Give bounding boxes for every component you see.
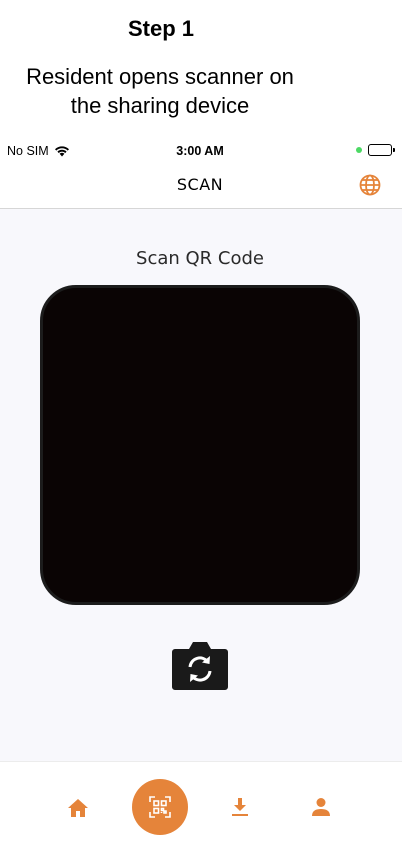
step-description-line2: the sharing device [70,93,250,118]
nav-download-button[interactable] [228,795,252,819]
camera-flip-icon [172,642,228,690]
step-title: Step 1 [127,16,195,41]
language-button[interactable] [359,174,381,196]
camera-viewfinder [40,285,360,605]
scanner-screen: Scan QR Code [0,209,402,761]
globe-icon [359,174,381,196]
nav-profile-button[interactable] [309,795,333,819]
scan-qr-label: Scan QR Code [136,248,264,269]
home-icon [68,799,88,817]
flip-camera-button[interactable] [171,639,229,691]
qr-scan-icon [149,796,171,818]
status-right [356,144,395,156]
app-header: SCAN [0,162,402,209]
battery-icon [368,144,395,156]
download-icon [232,798,248,816]
step-description-line1: Resident opens scanner on [26,64,294,89]
indicator-dot [356,147,362,153]
bottom-navigation [0,761,402,856]
step-description: Resident opens scanner on the sharing de… [0,62,320,120]
status-bar: No SIM 3:00 AM [0,140,402,162]
status-time: 3:00 AM [176,144,224,158]
page-title: SCAN [176,175,224,194]
profile-icon [312,798,330,816]
nav-home-button[interactable] [66,796,90,820]
nav-scan-button[interactable] [132,779,188,835]
